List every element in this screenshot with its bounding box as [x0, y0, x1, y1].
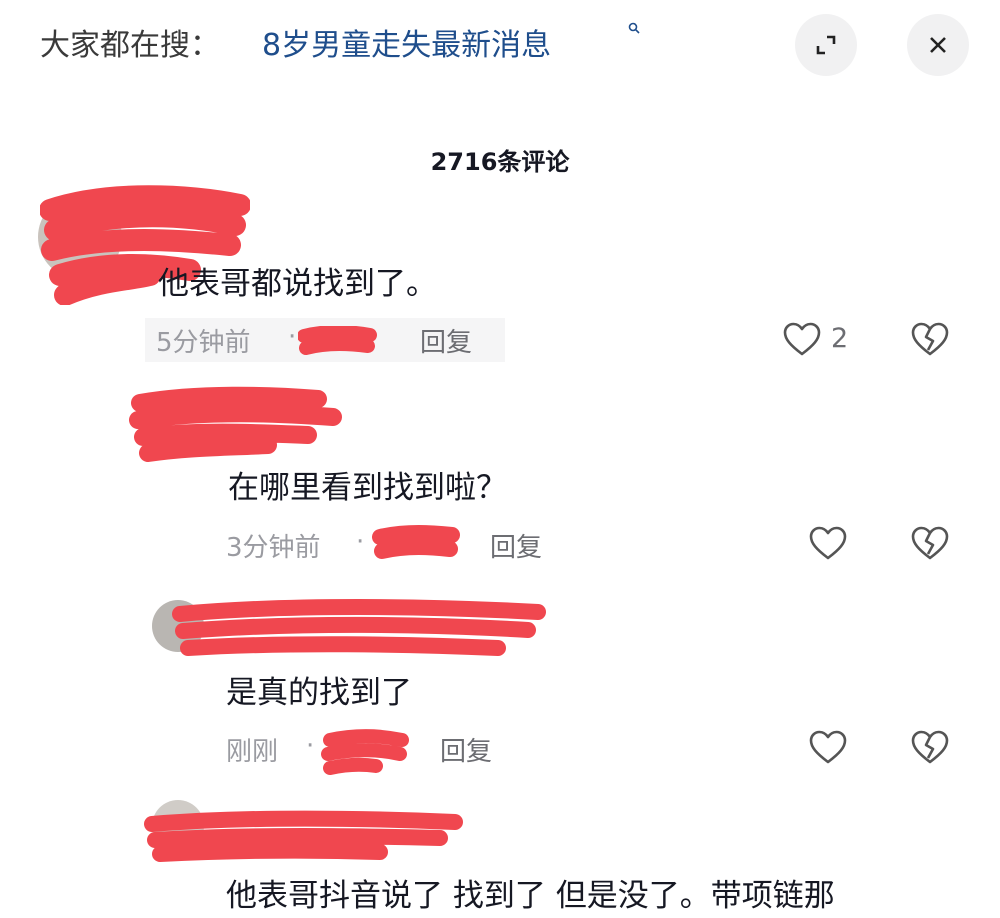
reply-button[interactable]: 回复 [420, 322, 472, 359]
heart-icon[interactable] [782, 320, 822, 360]
reply-button[interactable]: 回复 [440, 731, 492, 768]
heart-icon[interactable] [808, 524, 848, 564]
comment-time: 3分钟前 [226, 533, 321, 563]
comment-text: 他表哥都说找到了。 [158, 266, 437, 302]
meta-separator: · [356, 527, 365, 557]
redaction-mark [372, 525, 460, 559]
broken-heart-icon[interactable] [910, 524, 950, 564]
redaction-mark [172, 599, 546, 656]
comment-text: 他表哥抖音说了 找到了 但是没了。带项链那 [226, 878, 835, 914]
top-bar: 大家都在搜： 8岁男童走失最新消息 [0, 0, 1000, 90]
redaction-mark [144, 810, 463, 862]
comment-text: 是真的找到了 [226, 675, 412, 711]
comment-time: 5分钟前 [156, 328, 251, 358]
comment-time: 刚刚 [226, 737, 279, 767]
meta-separator: · [306, 731, 315, 761]
search-icon [628, 22, 640, 34]
like-count: 2 [831, 323, 849, 354]
redaction-mark [129, 386, 342, 462]
close-button[interactable] [907, 14, 969, 76]
search-prefix: 大家都在搜： [40, 28, 220, 63]
expand-icon [816, 35, 836, 55]
broken-heart-icon[interactable] [910, 728, 950, 768]
reply-button[interactable]: 回复 [490, 527, 542, 564]
expand-button[interactable] [795, 14, 857, 76]
redaction-mark [321, 729, 409, 775]
comment-text: 在哪里看到找到啦？ [228, 470, 507, 506]
search-suggestion-link[interactable]: 8岁男童走失最新消息 [262, 20, 551, 64]
comment-count: 2716条评论 [430, 148, 570, 176]
redaction-mark [298, 326, 377, 355]
close-icon [930, 37, 946, 53]
heart-icon[interactable] [808, 728, 848, 768]
meta-separator: · [288, 322, 297, 352]
broken-heart-icon[interactable] [910, 320, 950, 360]
